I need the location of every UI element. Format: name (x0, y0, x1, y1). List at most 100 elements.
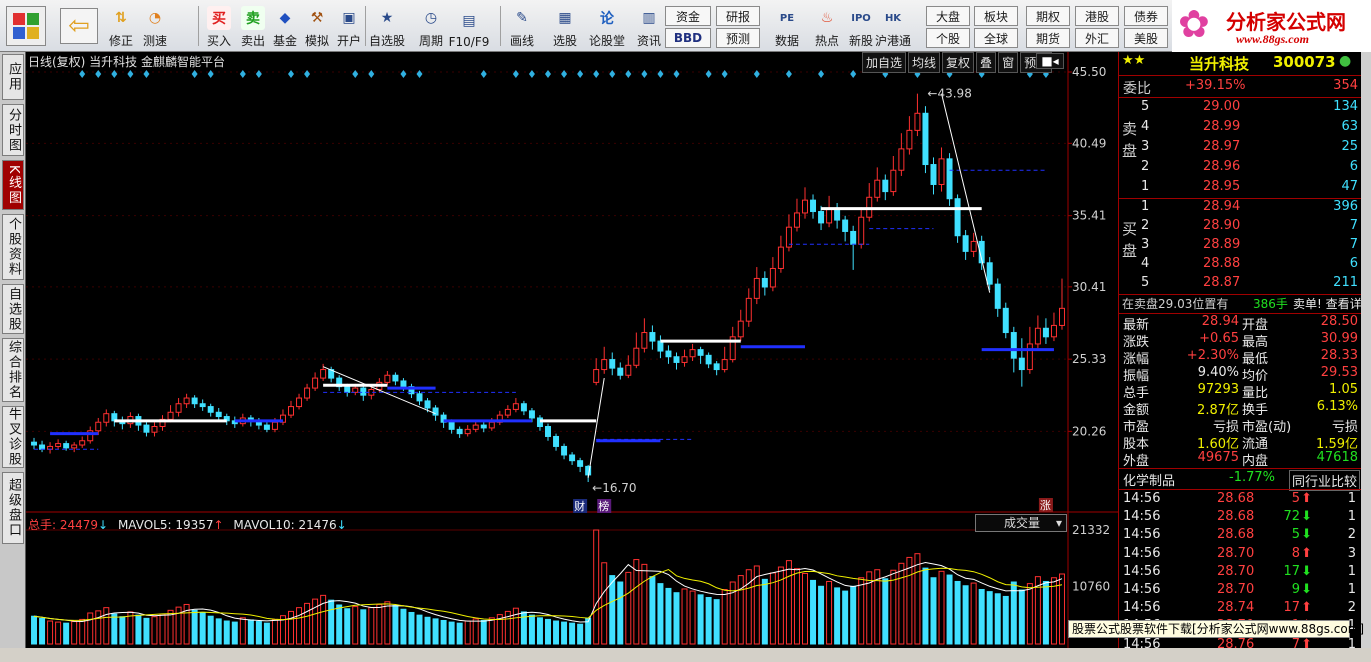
candle-down (1018, 357, 1025, 371)
leftnav-item-5[interactable]: 综合排名 (2, 338, 24, 402)
toolbar-button-label: 沪港通 (875, 34, 912, 48)
diamond-marker (528, 70, 535, 78)
toolbar-button-screen[interactable]: ▦ 选股 (548, 3, 582, 49)
candle-up (103, 413, 110, 423)
leftnav-item-0[interactable]: 应用 (2, 54, 24, 100)
chart-button-3[interactable]: 叠 (976, 52, 997, 73)
leftnav-item-2[interactable]: K线图 (2, 160, 24, 210)
indicator-dropdown[interactable]: 成交量 ▾ (975, 514, 1067, 532)
toolbar-button-up-down-arrows[interactable]: ⇅ 修正 (104, 3, 138, 49)
volume-bar-up (55, 621, 62, 645)
tick-price: 28.70 (1217, 582, 1255, 597)
zhaiquan-button[interactable]: 债券 (1124, 6, 1168, 26)
quanqiu-button[interactable]: 全球 (974, 28, 1018, 48)
toolbar-button-connect[interactable]: HK 沪港通 (875, 3, 912, 49)
candle-up (721, 359, 728, 371)
bankuai-button[interactable]: 板块 (974, 6, 1018, 26)
meigu-button[interactable]: 美股 (1124, 28, 1168, 48)
qiquan-button[interactable]: 期权 (1026, 6, 1070, 26)
down-arrow-icon: ⬇ (1301, 527, 1312, 543)
candle-down (191, 397, 198, 405)
toolbar-button-fund[interactable]: ◆ 基金 (268, 3, 302, 49)
toolbar-button-star-list[interactable]: ★ 自选股 (369, 3, 405, 49)
qihuo-button[interactable]: 期货 (1026, 28, 1070, 48)
compare-industry-button[interactable]: 同行业比较 (1289, 470, 1361, 491)
volume-bar-up (71, 621, 78, 645)
dapan-button[interactable]: 大盘 (926, 6, 970, 26)
zijin-button[interactable]: 资金 (665, 6, 711, 26)
volume-tick-label: 21332 (1072, 523, 1110, 537)
sell-level-row: 4 28.99 63 (1119, 119, 1362, 137)
candle-up (753, 277, 760, 299)
volume-bar-down (31, 615, 38, 645)
chart-menu-arrow-icon[interactable]: ■◂ (1036, 53, 1064, 69)
toolbar-button-pe-data[interactable]: PE 数据 (770, 3, 804, 49)
forum-icon: 论 (600, 11, 614, 27)
app-logo-icon[interactable] (6, 6, 46, 46)
notice-link[interactable]: 卖单! 查看详细 (1293, 295, 1371, 312)
ad-banner[interactable]: 股票公式股票软件下载[分析家公式网www.88gs.com] (1068, 620, 1364, 638)
vertical-scrollbar[interactable] (1361, 52, 1371, 648)
volume-bar-down (448, 621, 455, 645)
toolbar-button-period-clock[interactable]: ◷ 周期 (414, 3, 448, 49)
sell-level-row: 2 28.96 6 (1119, 159, 1362, 177)
yanbao-button[interactable]: 研报 (716, 6, 760, 26)
toolbar-button-buy[interactable]: 买买入 (202, 3, 236, 49)
toolbar-button-lock[interactable]: ▣ 开户 (332, 3, 366, 49)
star-icon[interactable]: ★★ (1122, 53, 1145, 68)
toolbar-button-ipo[interactable]: IPO 新股 (844, 3, 878, 49)
stock-code: 300073 (1273, 53, 1336, 71)
waihui-button[interactable]: 外汇 (1075, 28, 1119, 48)
diamond-marker (641, 70, 648, 78)
toolbar-button-news[interactable]: ▥ 资讯 (632, 3, 666, 49)
candle-up (793, 212, 800, 228)
chart-button-1[interactable]: 均线 (908, 52, 941, 73)
toolbar-button-sell[interactable]: 卖卖出 (236, 3, 270, 49)
toolbar-button-forum[interactable]: 论论股堂 (589, 3, 625, 49)
diamond-marker (304, 70, 311, 78)
gegu-button[interactable]: 个股 (926, 28, 970, 48)
leftnav-item-1[interactable]: 分时图 (2, 104, 24, 156)
weibi-value: +39.15% (1185, 78, 1246, 93)
diamond-marker (95, 70, 102, 78)
candle-up (304, 387, 311, 399)
toolbar-button-pen[interactable]: ✎ 画线 (505, 3, 539, 49)
candle-up (874, 179, 881, 198)
tick-volume: 9 (1291, 582, 1300, 597)
toolbar-button-label: 热点 (814, 34, 839, 48)
big-order-notice[interactable]: 在卖盘29.03位置有 386手 卖单! 查看详细 (1119, 295, 1371, 313)
toolbar-button-gavel[interactable]: ⚒ 模拟 (300, 3, 334, 49)
back-button[interactable]: ⇦ (60, 8, 98, 44)
f10-icon: ▤ (462, 13, 476, 29)
buy-volume: 396 (1333, 199, 1358, 214)
candle-up (601, 359, 608, 371)
chart-button-2[interactable]: 复权 (942, 52, 975, 73)
sell-icon: 卖 (241, 6, 265, 30)
volume-bar-down (545, 618, 551, 645)
kline-chart[interactable]: 45.50 40.49 35.41 30.41 25.33 20.26 21332 10760… (26, 52, 1118, 648)
chart-button-4[interactable]: 窗 (998, 52, 1019, 73)
globe-icon[interactable]: ● (1339, 53, 1351, 69)
yuce-button[interactable]: 预测 (716, 28, 760, 48)
candle-up (488, 421, 495, 429)
ganggu-button[interactable]: 港股 (1075, 6, 1119, 26)
candle-up (769, 267, 776, 288)
toolbar-button-speed-clock[interactable]: ◔ 测速 (138, 3, 172, 49)
sell-level: 4 (1141, 119, 1150, 134)
up-arrow-icon: ⬆ (1301, 545, 1312, 561)
mavol5-label: MAVOL5: 19357 (117, 518, 214, 532)
news-icon: ▥ (642, 10, 656, 26)
candle-up (745, 297, 752, 322)
toolbar-button-f10[interactable]: ▤ F10/F9 (449, 3, 490, 49)
leftnav-item-7[interactable]: 超级盘口 (2, 472, 24, 544)
leftnav-item-3[interactable]: 个股资料 (2, 214, 24, 280)
industry-name[interactable]: 化学制品 (1123, 470, 1175, 489)
buy-price: 28.94 (1203, 199, 1241, 214)
volume-bar-down (946, 574, 953, 645)
leftnav-item-6[interactable]: 牛叉诊股 (2, 406, 24, 468)
bbd-button[interactable]: BBD (665, 28, 711, 48)
leftnav-item-4[interactable]: 自选股 (2, 284, 24, 334)
chart-button-0[interactable]: 加自选 (862, 52, 907, 73)
toolbar-button-hot[interactable]: ♨ 热点 (810, 3, 844, 49)
candle-down (143, 424, 150, 433)
